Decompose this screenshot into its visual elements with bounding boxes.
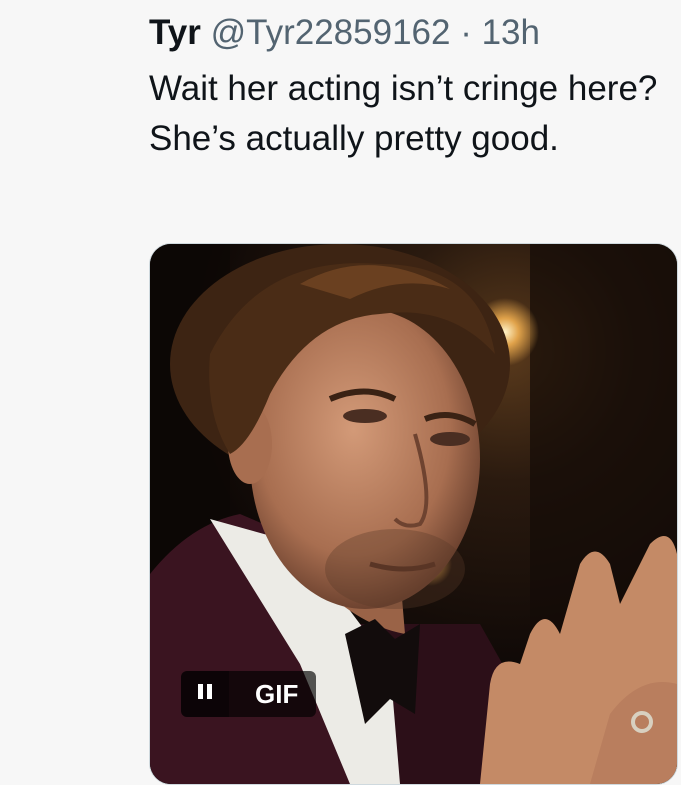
pause-button[interactable] [181,671,229,717]
pause-icon [196,684,214,704]
gif-media[interactable]: GIF [149,243,678,785]
tweet[interactable]: Tyr @Tyr22859162 · 13h Wait her acting i… [0,0,681,785]
meta-separator: · [450,13,482,52]
author-name[interactable]: Tyr [149,13,201,52]
gif-badge: GIF [229,671,317,717]
tweet-text: Wait her acting isn’t cringe here? She’s… [149,69,658,158]
gif-controls: GIF [181,671,317,717]
timestamp[interactable]: 13h [482,13,540,52]
tweet-header: Tyr @Tyr22859162 · 13h [149,12,540,54]
author-handle[interactable]: @Tyr22859162 [211,13,451,52]
